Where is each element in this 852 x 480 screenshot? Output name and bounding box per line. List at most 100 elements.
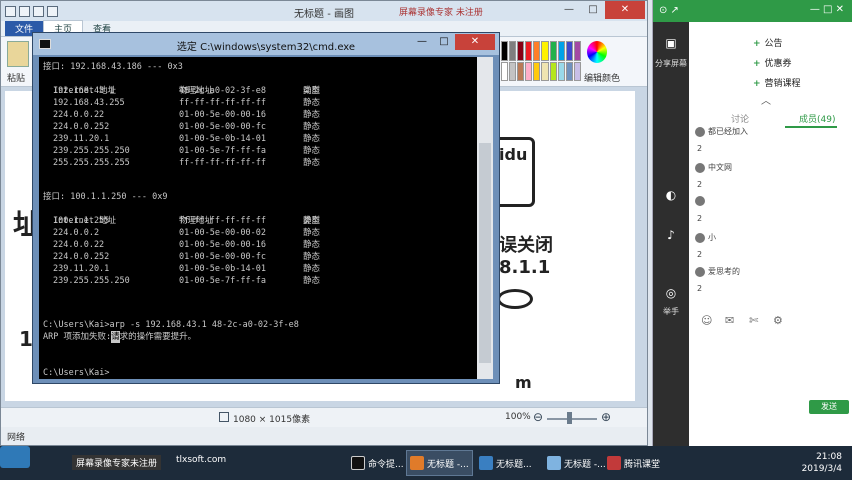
palette-swatch[interactable] (533, 41, 541, 61)
palette-swatch[interactable] (533, 61, 541, 81)
palette-swatch[interactable] (565, 61, 573, 81)
audio-icon[interactable]: ♪ (659, 228, 683, 248)
block2-header: 接口: 100.1.1.250 --- 0x9 (43, 192, 168, 202)
palette-swatch[interactable] (541, 61, 549, 81)
palette-swatch[interactable] (517, 41, 525, 61)
avatar (695, 126, 705, 137)
screenshot-icon[interactable]: ✄ (749, 314, 758, 327)
member-item[interactable]: 小 (695, 232, 716, 243)
zoom-in-button[interactable]: ⊕ (601, 410, 611, 424)
cmd-scrollbar[interactable] (477, 57, 493, 379)
paint-taskbar-icon (547, 456, 561, 470)
menu-announcement[interactable]: + 公告 (753, 36, 783, 49)
selection-highlight: 请 (111, 331, 120, 343)
palette-swatch[interactable] (501, 61, 509, 81)
cmd-titlebar[interactable]: 选定 C:\windows\system32\cmd.exe — □ ✕ (33, 33, 499, 55)
palette-swatch[interactable] (509, 61, 517, 81)
message-icon[interactable]: ✉ (725, 314, 734, 327)
palette-swatch[interactable] (517, 61, 525, 81)
recorder-watermark: 屏幕录像专家 未注册 (399, 8, 483, 18)
cmd-scrollbar-thumb[interactable] (479, 143, 491, 363)
member-count: 2 (697, 284, 703, 293)
taskbar-item-tencent-classroom[interactable]: 腾讯课堂 (604, 450, 663, 476)
menu-coupon[interactable]: + 优惠券 (753, 56, 792, 69)
palette-swatch[interactable] (541, 41, 549, 61)
avatar (695, 266, 705, 277)
camera-icon[interactable]: ◐ (659, 188, 683, 208)
zoom-slider-track[interactable] (547, 418, 597, 420)
collapse-chevron-icon[interactable]: ︿ (761, 92, 771, 107)
system-clock[interactable]: 21:08 2019/3/4 (802, 451, 842, 475)
cmd-close-button[interactable]: ✕ (455, 34, 495, 50)
taskbar-item-paint-1[interactable]: 无标题 -... (406, 450, 473, 476)
classroom-sidebar: ▣ 分享屏幕 ◐ ♪ ◎ 举手 (653, 22, 689, 446)
arp-command-line: C:\Users\Kai>arp -s 192.168.43.1 48-2c-a… (43, 320, 299, 330)
paint-window-title: 无标题 - 画图 (294, 9, 354, 20)
palette-swatch[interactable] (573, 61, 581, 81)
zoom-level: 100% (505, 412, 531, 422)
zoom-slider-thumb[interactable] (567, 412, 572, 424)
settings-icon[interactable]: ⚙ (773, 314, 783, 327)
color-palette[interactable] (501, 41, 581, 81)
network-label: 网络 (7, 433, 26, 443)
taskbar-item-paint-3[interactable]: 无标题 -... (544, 450, 609, 476)
canvas-logo-text: idu (499, 145, 528, 164)
paint-statusbar: 1080 × 1015像素 100% ⊖ ⊕ (1, 407, 647, 427)
member-item[interactable]: 都已经加入 (695, 126, 748, 137)
avatar (695, 162, 705, 173)
tab-discussion[interactable]: 讨论 (731, 112, 749, 125)
cmd-taskbar-icon (351, 456, 365, 470)
avatar (695, 196, 705, 206)
palette-swatch[interactable] (549, 41, 557, 61)
cmd-window-controls: — □ ✕ (411, 34, 495, 50)
zoom-out-button[interactable]: ⊖ (533, 410, 543, 424)
member-count: 2 (697, 214, 703, 223)
edit-colors-label: 编辑颜色 (584, 74, 621, 84)
cmd-console-output[interactable]: 接口: 192.168.43.186 --- 0x3 Internet 地址 物理… (39, 57, 477, 379)
paste-button-label: 粘贴 (7, 74, 26, 84)
palette-swatch[interactable] (557, 61, 565, 81)
tab-members[interactable]: 成员(49) (799, 112, 835, 125)
cmd-minimize-button[interactable]: — (411, 34, 433, 50)
member-item[interactable]: 中文网 (695, 162, 732, 173)
recorder-url: tlxsoft.com (176, 455, 227, 465)
cmd-maximize-button[interactable]: □ (433, 34, 455, 50)
taskbar-item-paint-2[interactable]: 无标题... (476, 450, 535, 476)
taskbar: 屏幕录像专家未注册 tlxsoft.com 命令提... 无标题 -... 无标… (0, 446, 852, 480)
member-count: 2 (697, 250, 703, 259)
canvas-m-text: m (515, 373, 532, 392)
member-item[interactable]: 爱思考的 (695, 266, 740, 277)
palette-swatch[interactable] (573, 41, 581, 61)
palette-swatch[interactable] (525, 41, 533, 61)
minimize-button[interactable]: — (557, 1, 581, 19)
palette-swatch[interactable] (501, 41, 509, 61)
start-button[interactable] (0, 446, 30, 468)
paint-window-controls: — □ ✕ (557, 1, 645, 19)
chat-input-toolbar: ☺ ✉ ✄ ⚙ (689, 312, 852, 332)
network-strip: 网络 (1, 427, 647, 445)
send-button[interactable]: 发送 (809, 400, 849, 414)
paint-taskbar-icon (479, 456, 493, 470)
paint-titlebar: 无标题 - 画图 屏幕录像专家 未注册 — □ ✕ (1, 1, 647, 21)
palette-swatch[interactable] (549, 61, 557, 81)
palette-swatch[interactable] (509, 41, 517, 61)
taskbar-item-cmd[interactable]: 命令提... (348, 450, 407, 476)
close-button[interactable]: ✕ (605, 1, 645, 19)
palette-swatch[interactable] (557, 41, 565, 61)
recorder-banner: 屏幕录像专家未注册 (72, 455, 162, 470)
panel-window-controls[interactable]: — □ ✕ (810, 4, 844, 15)
classroom-panel-header: ⊙ ↗ — □ ✕ (653, 0, 852, 22)
raise-hand-icon[interactable]: ◎ (659, 286, 683, 306)
share-screen-icon[interactable]: ▣ (659, 36, 683, 56)
panel-header-icons[interactable]: ⊙ ↗ (659, 5, 679, 16)
canvas-left-number: 1 (19, 327, 33, 351)
member-count: 2 (697, 180, 703, 189)
menu-marketing-course[interactable]: + 营销课程 (753, 76, 801, 89)
member-item[interactable] (695, 196, 708, 206)
paste-icon[interactable] (7, 41, 29, 67)
emoji-icon[interactable]: ☺ (701, 314, 712, 327)
maximize-button[interactable]: □ (581, 1, 605, 19)
palette-swatch[interactable] (525, 61, 533, 81)
palette-swatch[interactable] (565, 41, 573, 61)
edit-colors-icon[interactable] (587, 41, 607, 63)
